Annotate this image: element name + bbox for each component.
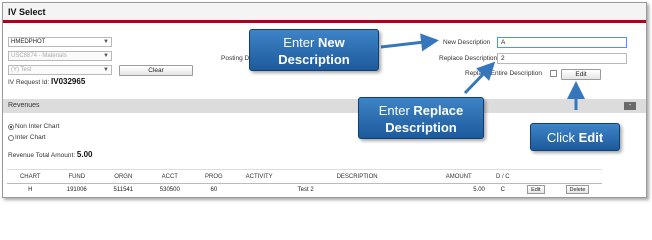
iv-select-window: IV Select HMEDPHOT ▼ USC8874 - Materials… — [2, 2, 647, 198]
callout-enter-replace-description: Enter Replace Description — [358, 97, 484, 139]
callout-enter-new-description: Enter New Description — [249, 29, 379, 71]
callout-replace-line1: Enter Replace — [378, 103, 464, 118]
callout-click-edit: Click Edit — [530, 123, 620, 151]
callout-new-line2: Description — [278, 52, 350, 67]
arrow-to-replace-description — [463, 61, 496, 95]
arrow-to-new-description — [380, 33, 439, 52]
callout-new-line1: Enter New — [283, 35, 345, 50]
callout-replace-line2: Description — [385, 120, 457, 135]
